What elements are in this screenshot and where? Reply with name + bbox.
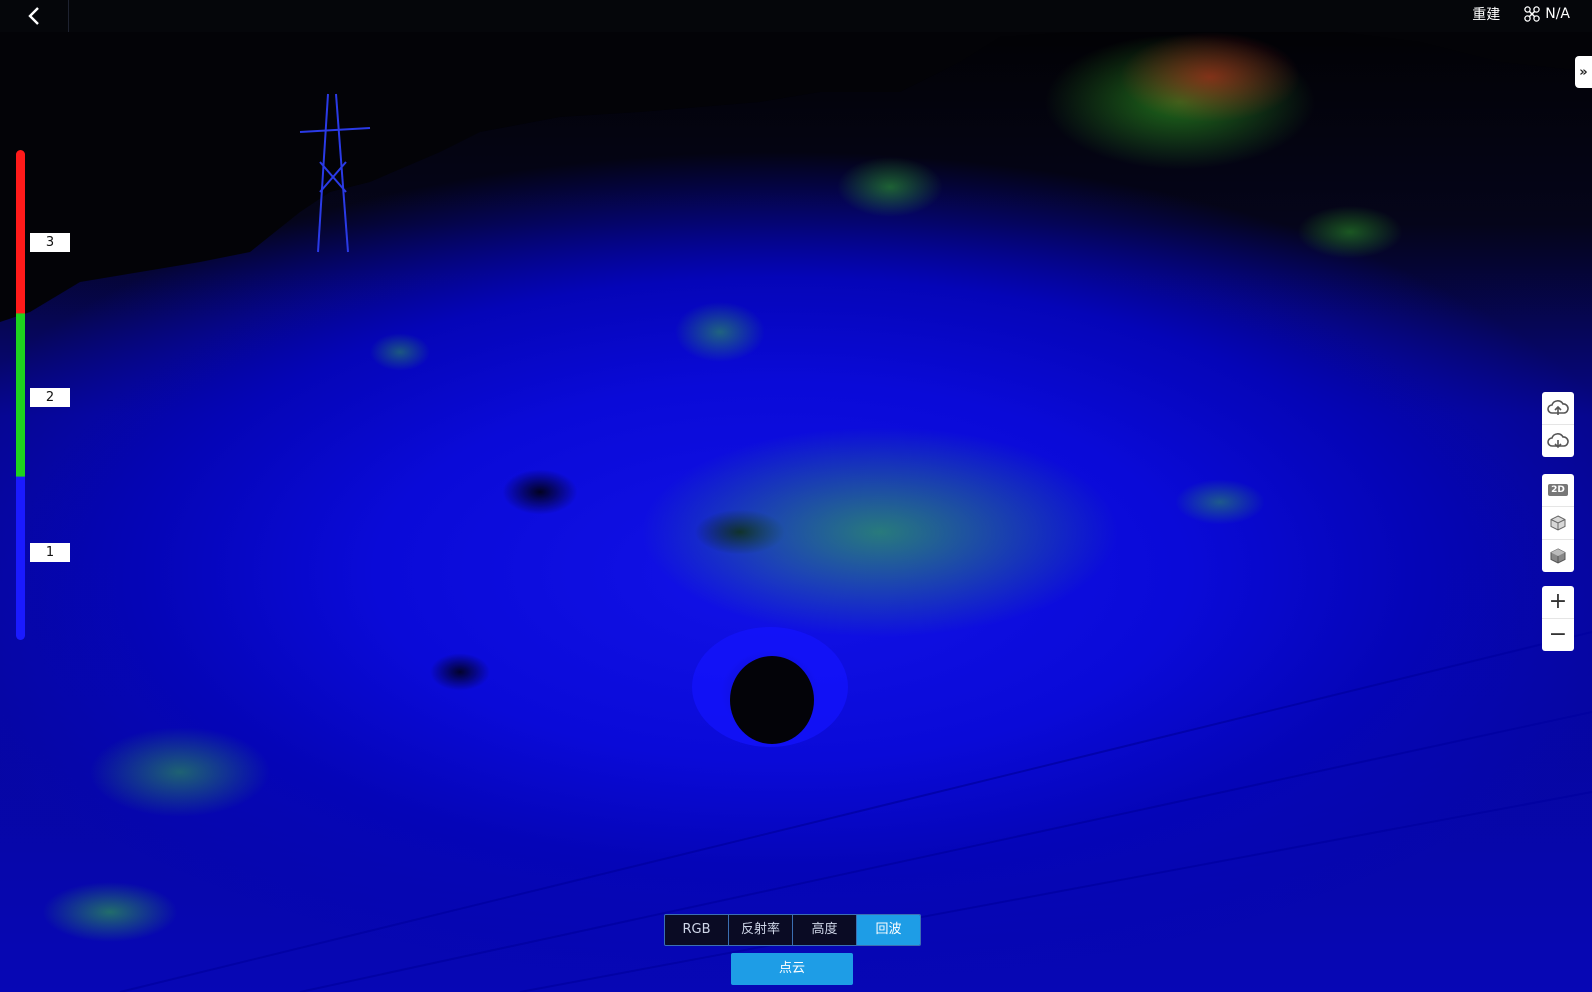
tab-echo[interactable]: 回波 [856, 915, 920, 945]
legend-color-bar [16, 150, 25, 640]
legend-tick-1: 1 [30, 543, 70, 562]
double-chevron-right-icon: » [1579, 64, 1588, 80]
legend-tick-3: 3 [30, 233, 70, 252]
legend-tick-2: 2 [30, 388, 70, 407]
chevron-left-icon [28, 7, 39, 25]
terrain-silhouette [0, 32, 1592, 992]
zoom-tool-group: + − [1542, 586, 1574, 651]
plus-icon: + [1548, 589, 1568, 614]
expand-panel-button[interactable]: » [1575, 56, 1592, 88]
drone-status[interactable]: N/A [1524, 6, 1570, 22]
cloud-upload-icon [1547, 400, 1569, 415]
tab-rgb[interactable]: RGB [665, 915, 728, 945]
top-bar: 重建 N/A [0, 0, 1592, 32]
tab-reflectance[interactable]: 反射率 [728, 915, 792, 945]
view-3d-button[interactable] [1542, 506, 1574, 539]
zoom-out-button[interactable]: − [1542, 618, 1574, 651]
view-mode-tool-group: 2D [1542, 474, 1574, 572]
cloud-tool-group [1542, 392, 1574, 457]
point-cloud-button[interactable]: 点云 [731, 953, 853, 985]
cloud-download-icon [1547, 433, 1569, 449]
zoom-in-button[interactable]: + [1542, 586, 1574, 618]
view-2d-button[interactable]: 2D [1542, 474, 1574, 506]
color-mode-tabs: RGB 反射率 高度 回波 [664, 914, 921, 946]
rebuild-button[interactable]: 重建 [1472, 4, 1500, 24]
cube-view-icon [1550, 515, 1566, 531]
top-right-actions: 重建 N/A [1472, 0, 1570, 28]
cloud-upload-button[interactable] [1542, 392, 1574, 424]
drone-icon [1524, 6, 1540, 22]
drone-status-text: N/A [1545, 6, 1570, 22]
back-button[interactable] [0, 0, 69, 32]
cube-solid-view-icon [1550, 548, 1566, 564]
tab-height[interactable]: 高度 [792, 915, 856, 945]
minus-icon: − [1548, 622, 1568, 647]
point-cloud-viewport[interactable] [0, 32, 1592, 992]
view-3d-solid-button[interactable] [1542, 539, 1574, 572]
cloud-download-button[interactable] [1542, 424, 1574, 457]
2d-view-icon: 2D [1548, 484, 1568, 496]
